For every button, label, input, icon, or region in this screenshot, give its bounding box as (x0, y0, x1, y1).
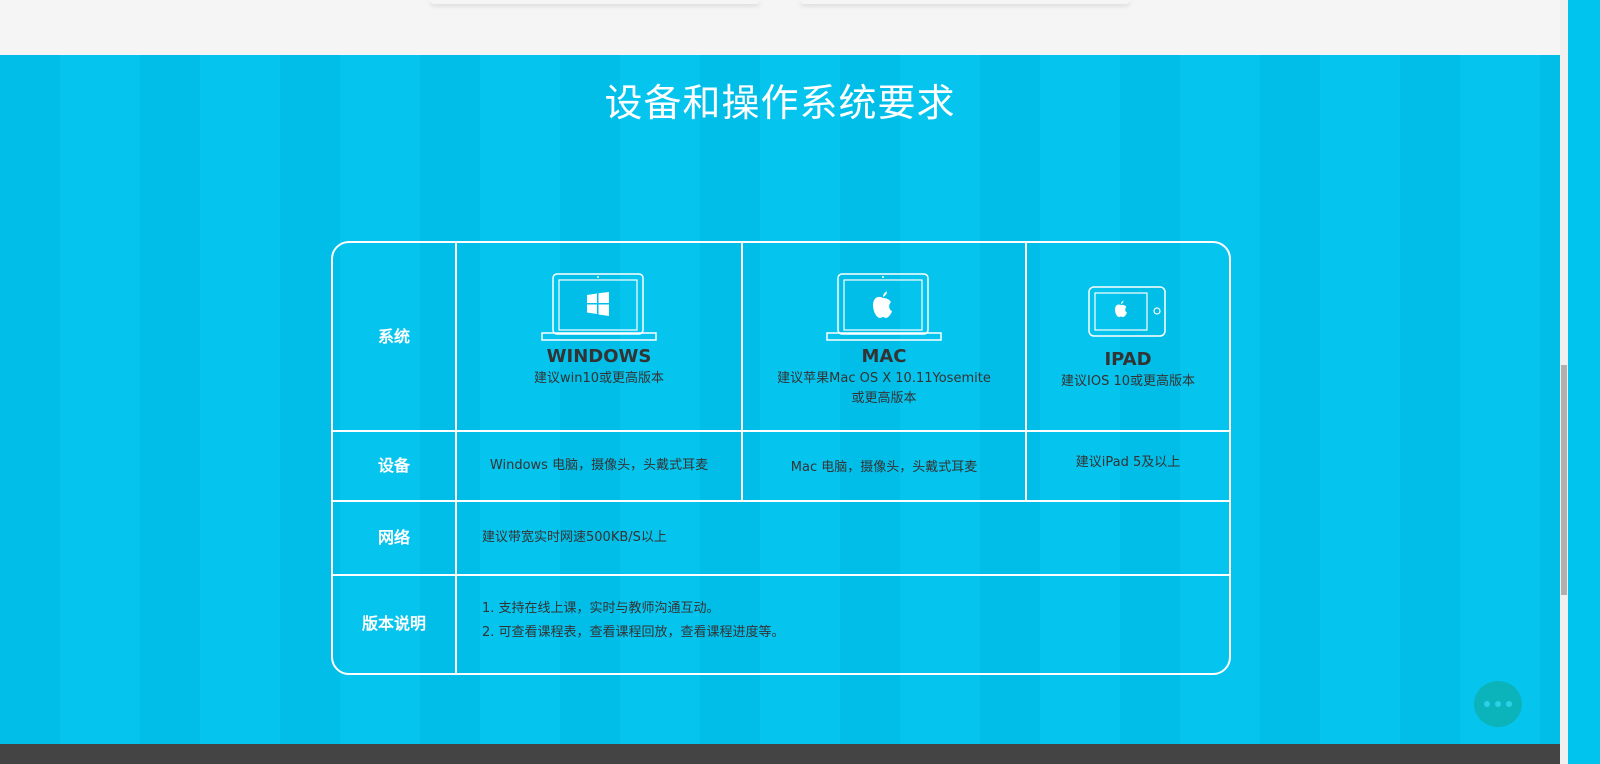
os-name: WINDOWS (546, 346, 652, 367)
os-requirement-cont: 或更高版本 (851, 391, 917, 406)
chat-dot-icon (1484, 701, 1490, 707)
card-shadow (800, 0, 1130, 4)
device-mac: Mac 电脑，摄像头，头戴式耳麦 (790, 460, 978, 475)
section-title: 设备和操作系统要求 (604, 81, 956, 125)
os-requirement: 建议苹果Mac OS X 10.11Yosemite (777, 371, 991, 386)
scrollbar-thumb[interactable] (1561, 365, 1567, 595)
row-label-notes: 版本说明 (361, 613, 426, 633)
os-name: MAC (861, 346, 907, 367)
requirements-table: 系统 设备 网络 版本说明 WINDOWS 建议win10或更高版本 MAC 建… (331, 241, 1231, 675)
chat-dot-icon (1495, 701, 1501, 707)
os-name: IPAD (1104, 349, 1152, 370)
device-windows: Windows 电脑，摄像头，头戴式耳麦 (489, 458, 709, 473)
mac-laptop-icon (826, 273, 942, 341)
system-ipad: IPAD 建议IOS 10或更高版本 (1027, 243, 1229, 430)
row-label-device: 设备 (377, 456, 410, 475)
windows-laptop-icon (541, 273, 657, 341)
system-mac: MAC 建议苹果Mac OS X 10.11Yosemite 或更高版本 (743, 243, 1025, 430)
note-item: 1. 支持在线上课，实时与教师沟通互动。 (482, 601, 720, 616)
chat-dot-icon (1506, 701, 1512, 707)
chat-button[interactable] (1474, 681, 1522, 727)
note-item: 2. 可查看课程表，查看课程回放，查看课程进度等。 (482, 625, 785, 640)
os-requirement: 建议win10或更高版本 (533, 371, 665, 386)
network-requirement: 建议带宽实时网速500KB/S以上 (482, 530, 667, 545)
top-section (0, 0, 1560, 55)
os-requirement: 建议IOS 10或更高版本 (1061, 374, 1195, 389)
system-windows: WINDOWS 建议win10或更高版本 (457, 243, 741, 430)
footer-bar (0, 744, 1560, 764)
row-label-system: 系统 (377, 326, 410, 346)
row-label-network: 网络 (377, 528, 410, 547)
device-ipad: 建议iPad 5及以上 (1075, 455, 1181, 470)
card-shadow (430, 0, 760, 4)
ipad-icon (1088, 286, 1166, 337)
version-notes: 1. 支持在线上课，实时与教师沟通互动。 2. 可查看课程表，查看课程回放，查看… (457, 576, 1229, 666)
